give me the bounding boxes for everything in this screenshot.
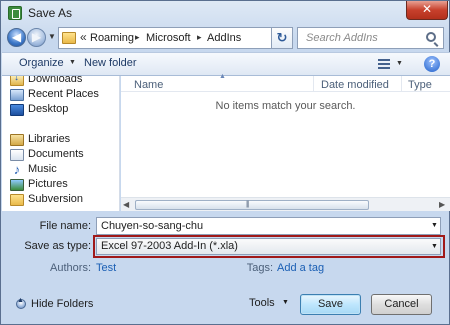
forward-arrow-icon[interactable]: ▶ — [27, 28, 46, 47]
sidebar-item-pictures[interactable]: Pictures — [10, 178, 119, 193]
authors-label: Authors: — [50, 262, 91, 274]
tags-label: Tags: — [246, 262, 273, 274]
breadcrumb-separator[interactable]: ▸ — [197, 32, 202, 43]
breadcrumb-roaming[interactable]: Roaming — [90, 32, 134, 44]
refresh-button[interactable]: ↻ — [271, 27, 293, 49]
cancel-button[interactable]: Cancel — [371, 294, 432, 315]
subversion-icon — [10, 194, 24, 206]
file-name-field[interactable]: Chuyen-so-sang-chu ▼ — [96, 217, 441, 235]
scroll-thumb[interactable]: ||| — [135, 200, 369, 210]
sidebar-item-label: Pictures — [28, 178, 68, 190]
desktop-icon — [10, 104, 24, 116]
sidebar-item-label: Downloads — [28, 76, 83, 85]
horizontal-scrollbar[interactable]: ◀ ||| ▶ — [121, 197, 450, 211]
libraries-icon — [10, 134, 24, 146]
save-as-type-label: Save as type: — [24, 240, 91, 252]
sidebar-item-subversion[interactable]: Subversion — [10, 193, 119, 208]
chevron-down-icon[interactable]: ▼ — [396, 60, 403, 67]
sidebar-item-label: Subversion — [28, 193, 84, 205]
pictures-icon — [10, 179, 24, 191]
search-input[interactable]: Search AddIns — [306, 32, 378, 44]
column-divider[interactable] — [401, 76, 402, 92]
title-bar: Save As ✕ — [1, 1, 449, 25]
window-title: Save As — [28, 6, 73, 20]
navigation-pane: Downloads Recent Places Desktop Librarie… — [2, 76, 120, 211]
sidebar-item-label: Libraries — [28, 133, 71, 145]
music-icon: ♪ — [13, 162, 21, 177]
column-type[interactable]: Type — [408, 79, 432, 91]
chevron-down-icon[interactable]: ▼ — [431, 222, 438, 229]
add-tag-link[interactable]: Add a tag — [277, 262, 324, 274]
command-bar: Organize ▼ New folder ▼ ? — [2, 52, 450, 76]
back-arrow-icon[interactable]: ◀ — [7, 28, 26, 47]
sort-ascending-icon: ▲ — [219, 73, 226, 80]
sidebar-item-label: Music — [28, 163, 57, 175]
sidebar-item-music[interactable]: ♪ Music — [10, 162, 119, 178]
empty-message: No items match your search. — [215, 100, 356, 112]
sidebar-item-libraries[interactable]: Libraries — [10, 133, 119, 148]
view-options-icon[interactable] — [378, 59, 390, 69]
save-as-type-select[interactable]: Excel 97-2003 Add-In (*.xla) ▼ — [96, 238, 441, 255]
excel-app-icon — [8, 6, 22, 20]
save-button[interactable]: Save — [300, 294, 361, 315]
sidebar-item-downloads[interactable]: Downloads — [10, 76, 119, 88]
search-icon[interactable] — [426, 32, 436, 42]
sidebar-item-desktop[interactable]: Desktop — [10, 103, 119, 118]
authors-value[interactable]: Test — [96, 262, 116, 274]
column-divider[interactable] — [313, 76, 314, 92]
help-icon[interactable]: ? — [424, 56, 440, 72]
chevron-down-icon[interactable]: ▼ — [431, 243, 438, 250]
grip-icon: ||| — [246, 201, 250, 208]
close-button[interactable]: ✕ — [406, 1, 448, 20]
address-bar[interactable]: « Roaming ▸ Microsoft ▸ AddIns ▼ — [58, 27, 323, 49]
sidebar-item-label: Documents — [28, 148, 84, 160]
sidebar-item-documents[interactable]: Documents — [10, 148, 119, 163]
column-header: ▲ Name Date modified Type — [121, 73, 450, 92]
recent-locations-dropdown-icon[interactable]: ▼ — [48, 32, 56, 41]
column-date-modified[interactable]: Date modified — [321, 79, 389, 91]
recent-places-icon — [10, 89, 24, 101]
folder-icon — [62, 32, 76, 44]
scroll-left-icon[interactable]: ◀ — [123, 200, 129, 209]
file-name-label: File name: — [39, 220, 91, 232]
search-box[interactable]: Search AddIns — [297, 27, 444, 49]
file-list[interactable]: ▲ Name Date modified Type No items match… — [121, 73, 450, 211]
breadcrumb-separator[interactable]: ▸ — [135, 32, 140, 43]
dialog-footer: ▲ Hide Folders Tools ▼ Save Cancel — [2, 283, 450, 325]
chevron-up-icon[interactable]: ▲ — [17, 297, 24, 304]
sidebar-item-recent-places[interactable]: Recent Places — [10, 88, 119, 103]
breadcrumb-microsoft[interactable]: Microsoft — [146, 32, 191, 44]
file-name-value[interactable]: Chuyen-so-sang-chu — [101, 220, 203, 232]
sidebar-item-label: Desktop — [28, 103, 69, 115]
hide-folders-button[interactable]: Hide Folders — [31, 298, 93, 310]
tools-button[interactable]: Tools — [249, 297, 275, 309]
organize-button[interactable]: Organize — [19, 57, 64, 69]
chevron-down-icon[interactable]: ▼ — [282, 299, 289, 306]
sidebar-item-label: Recent Places — [28, 88, 99, 100]
documents-icon — [10, 149, 24, 161]
new-folder-button[interactable]: New folder — [84, 57, 137, 69]
breadcrumb-addins[interactable]: AddIns — [207, 32, 241, 44]
column-name[interactable]: Name — [134, 79, 163, 91]
breadcrumb-overflow[interactable]: « — [80, 30, 87, 44]
save-as-dialog: Save As ✕ ◀ ▶ ▼ « Roaming ▸ Microsoft ▸ … — [0, 0, 450, 325]
scroll-right-icon[interactable]: ▶ — [439, 200, 445, 209]
downloads-icon — [10, 76, 24, 86]
chevron-down-icon[interactable]: ▼ — [69, 59, 76, 66]
save-as-type-value[interactable]: Excel 97-2003 Add-In (*.xla) — [101, 240, 238, 252]
